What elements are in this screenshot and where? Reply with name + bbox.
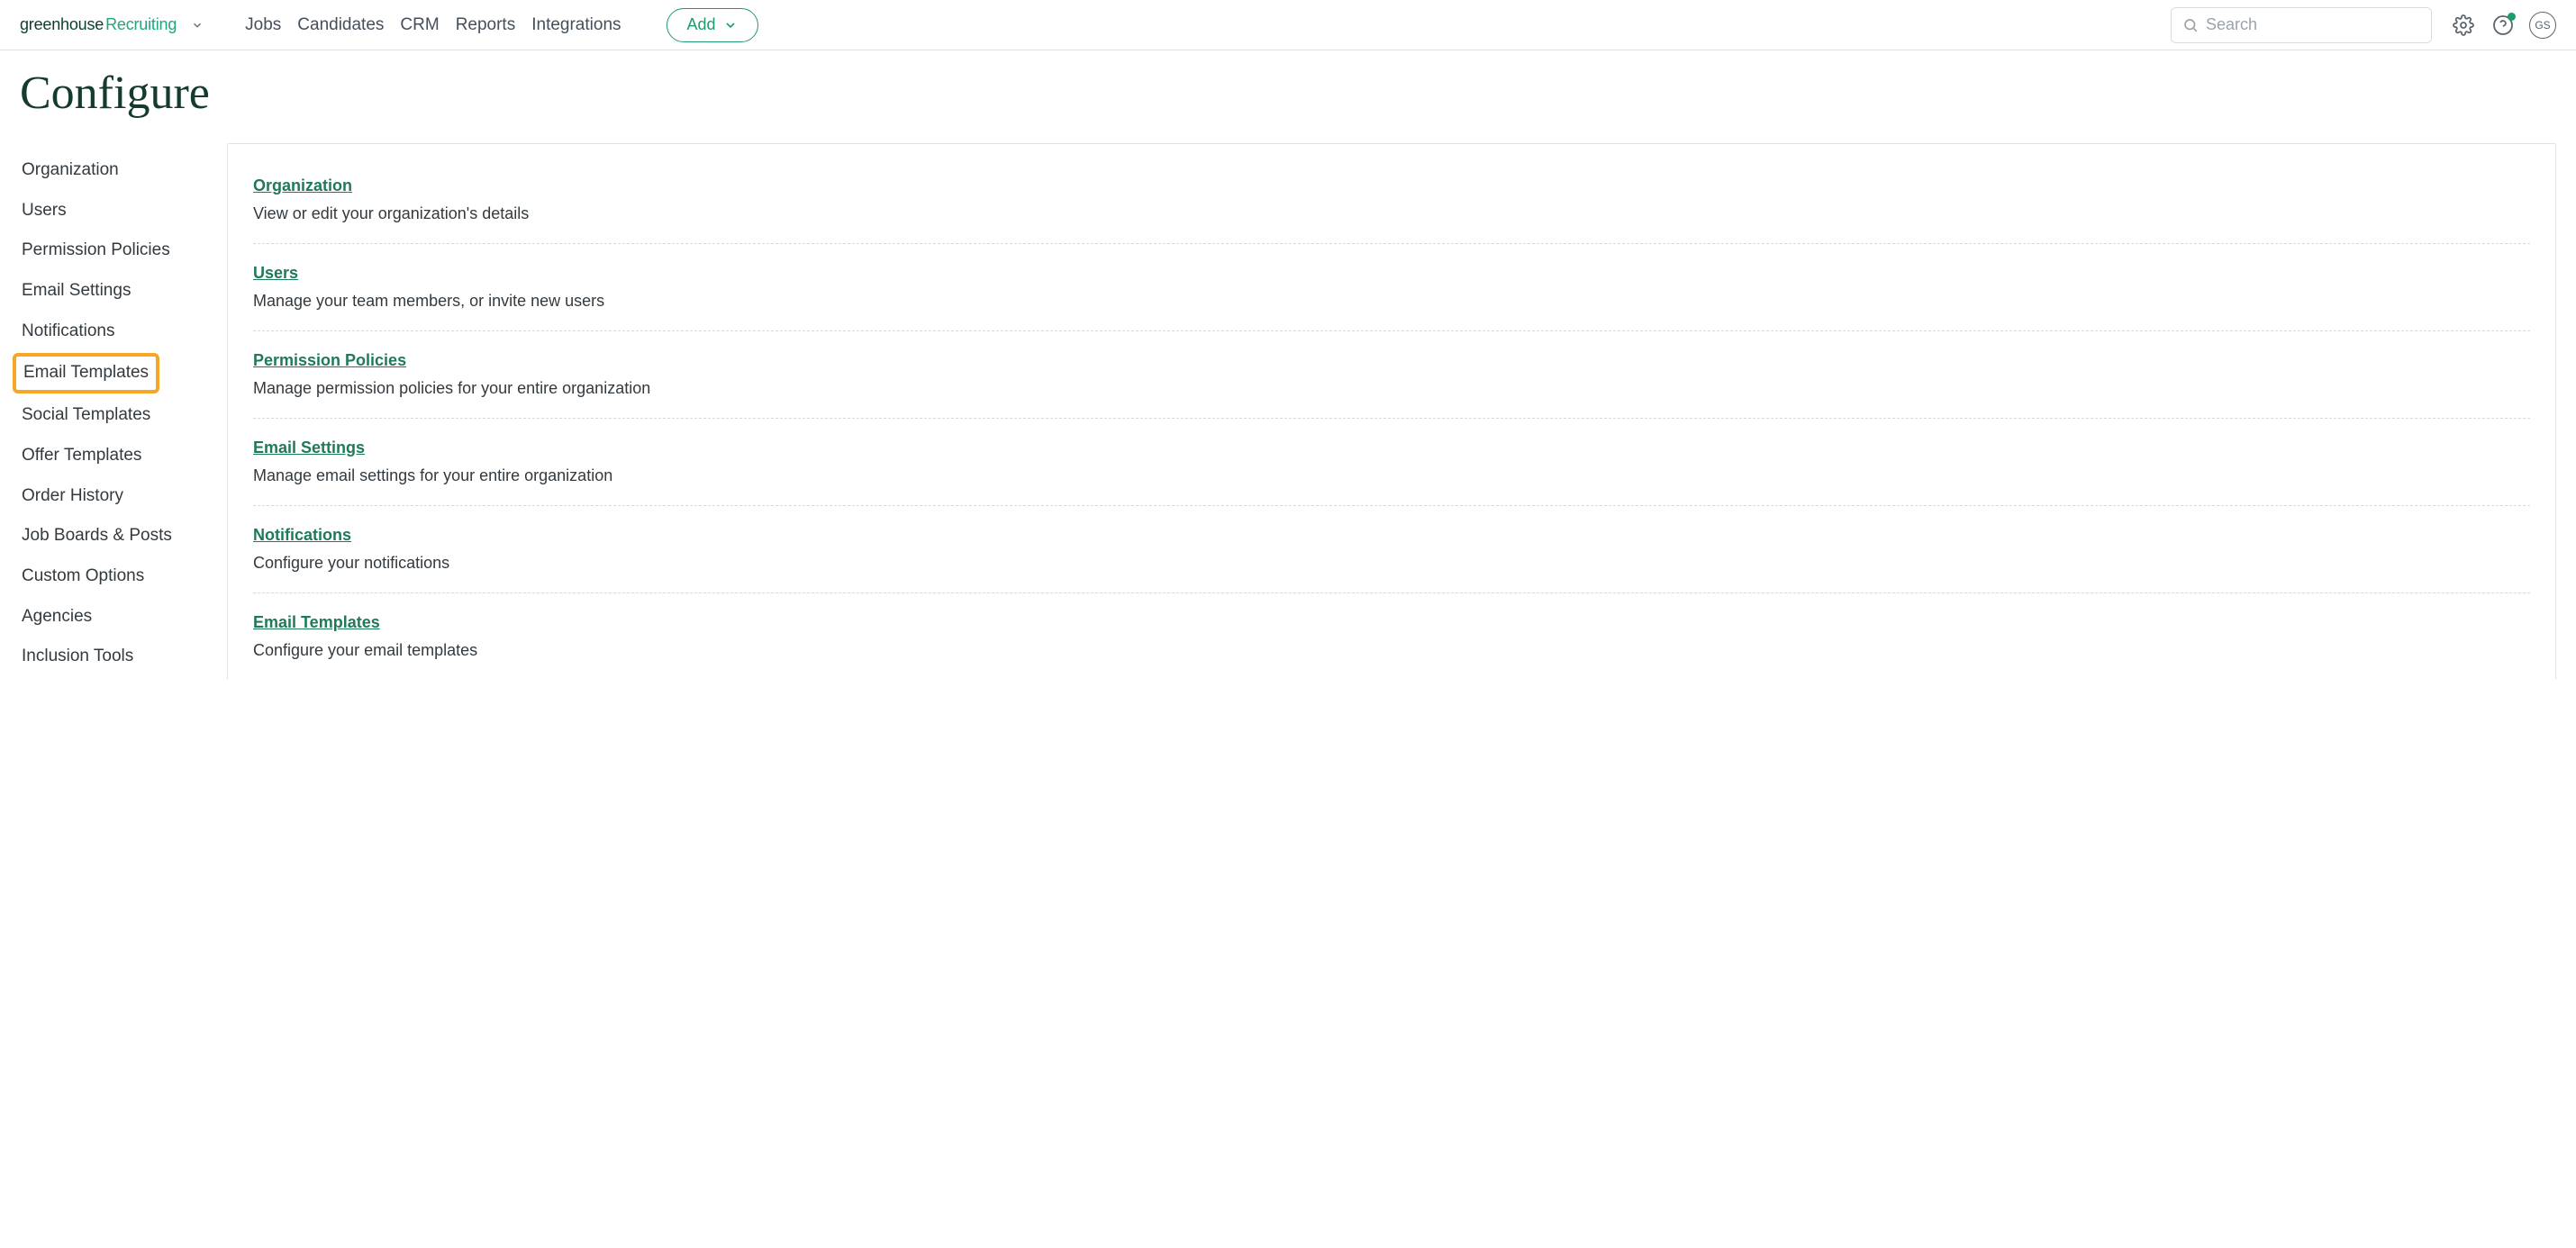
sidebar-item-custom-options[interactable]: Custom Options xyxy=(20,556,227,597)
sidebar-item-email-templates[interactable]: Email Templates xyxy=(13,353,159,393)
content-panel: Organization View or edit your organizat… xyxy=(227,143,2556,680)
sidebar-item-users[interactable]: Users xyxy=(20,191,227,231)
sidebar-item-organization[interactable]: Organization xyxy=(20,150,227,191)
sidebar-item-inclusion-tools[interactable]: Inclusion Tools xyxy=(20,637,227,677)
nav-reports[interactable]: Reports xyxy=(456,15,516,35)
section-link-organization[interactable]: Organization xyxy=(253,176,352,195)
gear-icon xyxy=(2453,14,2474,36)
brand-switcher-caret[interactable] xyxy=(191,19,204,32)
section-organization: Organization View or edit your organizat… xyxy=(253,157,2530,244)
topbar: greenhouse Recruiting Jobs Candidates CR… xyxy=(0,0,2576,50)
sidebar-item-social-templates[interactable]: Social Templates xyxy=(20,395,227,436)
section-desc: View or edit your organization's details xyxy=(253,204,2530,223)
section-desc: Configure your email templates xyxy=(253,641,2530,660)
chevron-down-icon xyxy=(191,19,204,32)
page-body: Configure Organization Users Permission … xyxy=(0,50,2576,680)
section-link-email-settings[interactable]: Email Settings xyxy=(253,439,365,457)
section-desc: Manage your team members, or invite new … xyxy=(253,292,2530,311)
sidebar: Organization Users Permission Policies E… xyxy=(20,143,227,677)
nav-candidates[interactable]: Candidates xyxy=(297,15,384,35)
topbar-actions: GS xyxy=(2450,12,2556,39)
page-title: Configure xyxy=(20,67,2556,120)
search-field[interactable] xyxy=(2171,7,2432,43)
user-avatar[interactable]: GS xyxy=(2529,12,2556,39)
section-permission-policies: Permission Policies Manage permission po… xyxy=(253,331,2530,419)
brand-part1: greenhouse xyxy=(20,15,104,34)
layout: Organization Users Permission Policies E… xyxy=(20,143,2556,680)
section-link-users[interactable]: Users xyxy=(253,264,298,283)
settings-button[interactable] xyxy=(2450,12,2477,39)
search-input[interactable] xyxy=(2206,15,2420,34)
section-users: Users Manage your team members, or invit… xyxy=(253,244,2530,331)
sidebar-item-permission-policies[interactable]: Permission Policies xyxy=(20,231,227,271)
user-initials: GS xyxy=(2535,19,2550,32)
add-button-label: Add xyxy=(687,15,716,34)
add-button[interactable]: Add xyxy=(667,8,758,42)
search-icon xyxy=(2182,16,2199,34)
primary-nav: Jobs Candidates CRM Reports Integrations xyxy=(245,15,621,35)
sidebar-item-order-history[interactable]: Order History xyxy=(20,476,227,517)
sidebar-item-email-settings[interactable]: Email Settings xyxy=(20,271,227,312)
nav-crm[interactable]: CRM xyxy=(400,15,439,35)
sidebar-item-agencies[interactable]: Agencies xyxy=(20,597,227,638)
sidebar-item-notifications[interactable]: Notifications xyxy=(20,312,227,352)
section-link-permission-policies[interactable]: Permission Policies xyxy=(253,351,406,370)
section-desc: Manage email settings for your entire or… xyxy=(253,466,2530,485)
nav-jobs[interactable]: Jobs xyxy=(245,15,281,35)
brand-logo[interactable]: greenhouse Recruiting xyxy=(20,15,177,34)
sidebar-item-offer-templates[interactable]: Offer Templates xyxy=(20,436,227,476)
section-email-settings: Email Settings Manage email settings for… xyxy=(253,419,2530,506)
sidebar-item-job-boards-posts[interactable]: Job Boards & Posts xyxy=(20,516,227,556)
section-email-templates: Email Templates Configure your email tem… xyxy=(253,593,2530,680)
chevron-down-icon xyxy=(723,18,738,32)
help-button[interactable] xyxy=(2490,12,2517,39)
nav-integrations[interactable]: Integrations xyxy=(531,15,621,35)
brand-part2: Recruiting xyxy=(105,15,177,34)
notification-dot-icon xyxy=(2508,13,2516,21)
section-link-notifications[interactable]: Notifications xyxy=(253,526,351,545)
section-desc: Manage permission policies for your enti… xyxy=(253,379,2530,398)
section-notifications: Notifications Configure your notificatio… xyxy=(253,506,2530,593)
section-link-email-templates[interactable]: Email Templates xyxy=(253,613,380,632)
section-desc: Configure your notifications xyxy=(253,554,2530,573)
